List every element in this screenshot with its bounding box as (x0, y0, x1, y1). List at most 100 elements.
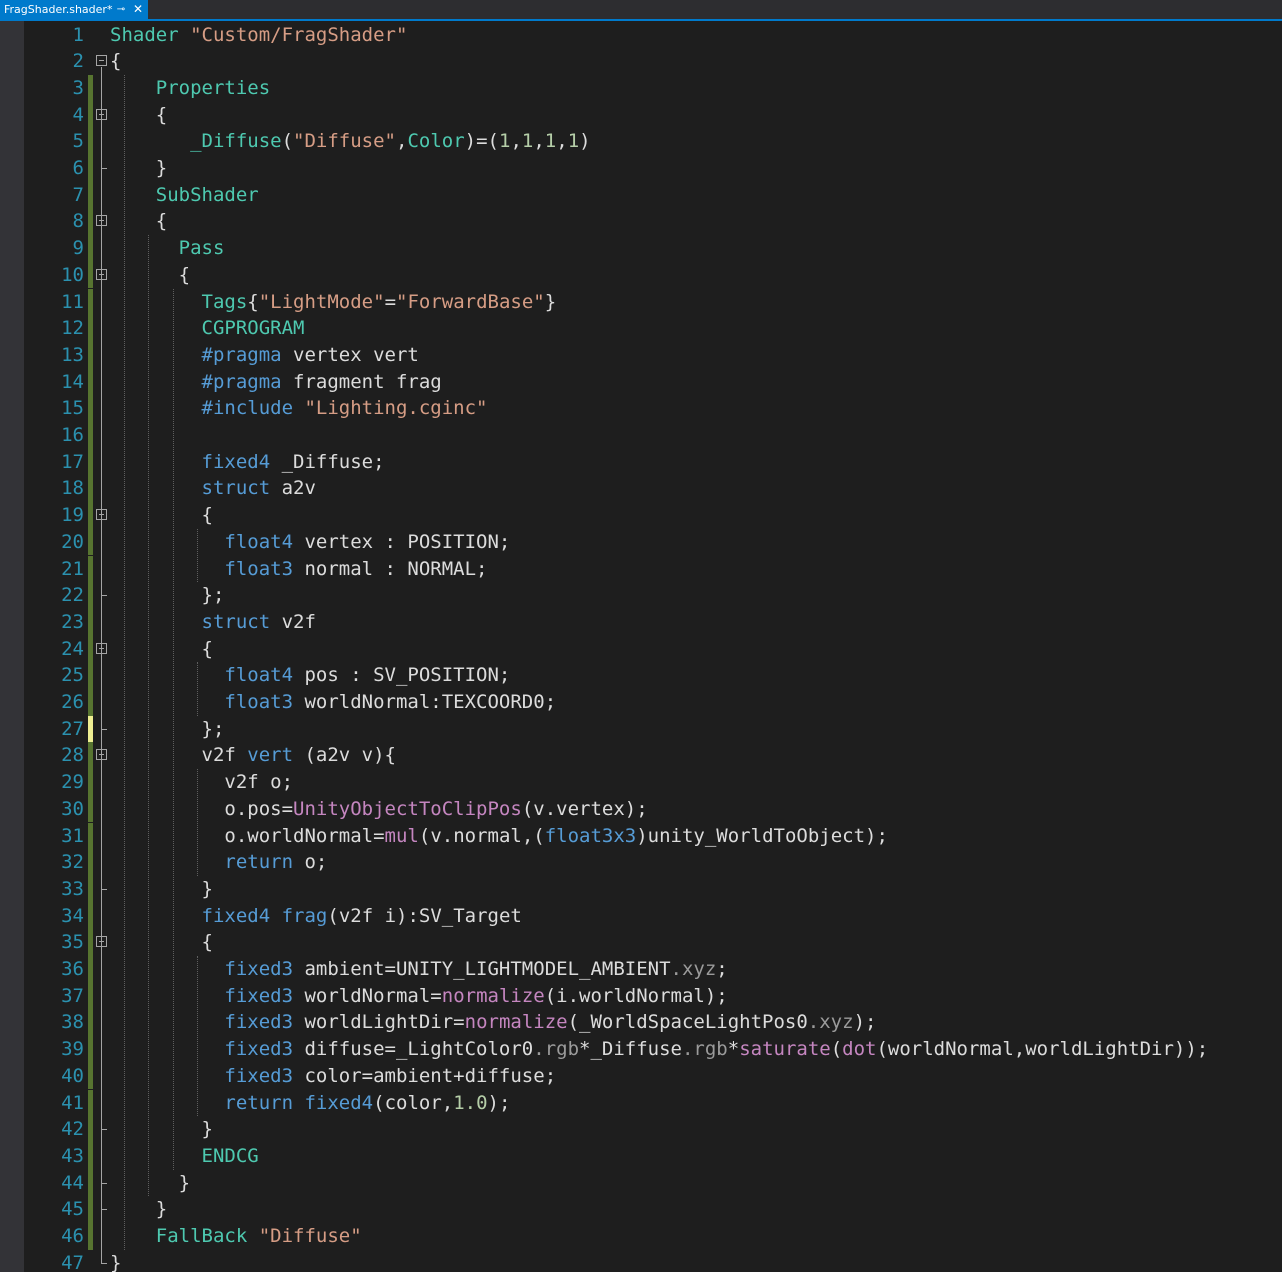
code-token: Color (407, 130, 465, 153)
code-token: } (110, 1251, 122, 1272)
code-line[interactable]: 44 } (24, 1169, 1282, 1197)
code-line[interactable]: 20 float4 vertex : POSITION; (24, 528, 1282, 556)
code-line[interactable]: 10 { (24, 261, 1282, 289)
code-line[interactable]: 5 _Diffuse("Diffuse",Color)=(1,1,1,1) (24, 128, 1282, 155)
code-line[interactable]: 14 #pragma fragment frag (24, 368, 1282, 396)
saved-change-marker (88, 288, 93, 316)
code-line[interactable]: 26 float3 worldNormal:TEXCOORD0; (24, 689, 1282, 716)
code-token: dot (842, 1038, 877, 1061)
line-number: 31 (61, 824, 84, 847)
saved-change-marker (88, 956, 93, 983)
code-token: , (533, 130, 545, 153)
code-token: "LightMode" (258, 290, 385, 313)
code-line[interactable]: 36 fixed3 ambient=UNITY_LIGHTMODEL_AMBIE… (24, 956, 1282, 983)
code-text: } (110, 155, 167, 182)
code-line[interactable]: 42 } (24, 1116, 1282, 1143)
code-line[interactable]: 23 struct v2f (24, 608, 1282, 636)
line-number: 44 (61, 1171, 84, 1194)
code-text: fixed3 worldNormal=normalize(i.worldNorm… (110, 983, 727, 1010)
saved-change-marker (88, 635, 93, 663)
code-line[interactable]: 22 }; (24, 582, 1282, 609)
code-text: { (110, 502, 213, 529)
code-line[interactable]: 19 { (24, 502, 1282, 529)
code-line[interactable]: 43 ENDCG (24, 1142, 1282, 1170)
code-line[interactable]: 30 o.pos=UnityObjectToClipPos(v.vertex); (24, 795, 1282, 823)
code-line[interactable]: 13 #pragma vertex vert (24, 341, 1282, 369)
code-text: SubShader (110, 182, 259, 209)
code-line[interactable]: 25 float4 pos : SV_POSITION; (24, 662, 1282, 689)
code-token: float4 (224, 530, 294, 553)
code-token: saturate (739, 1038, 831, 1061)
code-line[interactable]: 38 fixed3 worldLightDir=normalize(_World… (24, 1009, 1282, 1037)
code-text: fixed3 ambient=UNITY_LIGHTMODEL_AMBIENT.… (110, 956, 727, 983)
saved-change-marker (88, 769, 93, 796)
code-token: 1.0 (453, 1091, 488, 1114)
code-line[interactable]: 24 { (24, 635, 1282, 663)
code-token: (color, (373, 1091, 454, 1114)
code-token: fixed3 (224, 1038, 294, 1061)
code-line[interactable]: 37 fixed3 worldNormal=normalize(i.worldN… (24, 982, 1282, 1010)
saved-change-marker (88, 235, 93, 262)
pin-icon[interactable]: ⊸ (114, 0, 128, 19)
code-token: { (110, 50, 122, 73)
saved-change-marker (88, 315, 93, 342)
code-line[interactable]: 4 { (24, 101, 1282, 129)
close-icon[interactable]: ✕ (131, 0, 145, 19)
code-line[interactable]: 39 fixed3 diffuse=_LightColor0.rgb*_Diff… (24, 1036, 1282, 1063)
code-line[interactable]: 7 SubShader (24, 181, 1282, 209)
code-line[interactable]: 31 o.worldNormal=mul(v.normal,(float3x3)… (24, 822, 1282, 850)
code-line[interactable]: 27 }; (24, 715, 1282, 743)
code-text: fixed3 worldLightDir=normalize(_WorldSpa… (110, 1009, 876, 1036)
code-text: _Diffuse("Diffuse",Color)=(1,1,1,1) (110, 128, 591, 155)
code-line[interactable]: 29 v2f o; (24, 769, 1282, 796)
code-line[interactable]: 40 fixed3 color=ambient+diffuse; (24, 1062, 1282, 1090)
code-token: fixed4 (201, 450, 271, 473)
code-line[interactable]: 46 FallBack "Diffuse" (24, 1223, 1282, 1250)
code-line[interactable]: 3 Properties (24, 74, 1282, 102)
code-line[interactable]: 8 { (24, 208, 1282, 236)
saved-change-marker (88, 582, 93, 609)
code-text: v2f vert (a2v v){ (110, 742, 397, 769)
line-number: 10 (61, 263, 84, 286)
code-line[interactable]: 34 fixed4 frag(v2f i):SV_Target (24, 902, 1282, 930)
code-line[interactable]: 2{ (24, 48, 1282, 75)
code-text: { (110, 929, 213, 956)
code-token: .xyz (807, 1011, 854, 1034)
code-line[interactable]: 6 } (24, 155, 1282, 182)
line-number: 35 (61, 931, 84, 954)
code-line[interactable]: 32 return o; (24, 849, 1282, 876)
code-line[interactable]: 11 Tags{"LightMode"="ForwardBase"} (24, 288, 1282, 316)
code-line[interactable]: 16 (24, 422, 1282, 449)
line-number: 46 (61, 1225, 84, 1247)
code-line[interactable]: 18 struct a2v (24, 475, 1282, 503)
code-line[interactable]: 33 } (24, 875, 1282, 903)
code-token: _Diffuse; (270, 450, 385, 473)
code-line[interactable]: 35 { (24, 929, 1282, 956)
line-number: 14 (61, 370, 84, 393)
code-token: ) (579, 130, 591, 153)
code-editor[interactable]: 1 Shader "Custom/FragShader" 2{3 Propertie… (24, 21, 1282, 1272)
code-line[interactable]: 9 Pass (24, 235, 1282, 262)
code-token: } (110, 1198, 168, 1221)
tab-fragshader[interactable]: FragShader.shader* ⊸ ✕ (0, 0, 148, 19)
code-line[interactable]: 12 CGPROGRAM (24, 315, 1282, 342)
code-line[interactable]: 17 fixed4 _Diffuse; (24, 448, 1282, 476)
code-line[interactable]: 15 #include "Lighting.cginc" (24, 395, 1282, 422)
code-line[interactable]: 47} (24, 1250, 1282, 1272)
code-line[interactable]: 1 Shader "Custom/FragShader" (24, 22, 1282, 49)
code-line[interactable]: 45 } (24, 1196, 1282, 1223)
saved-change-marker (88, 822, 93, 850)
code-token: fixed4 (201, 904, 271, 927)
code-line[interactable]: 41 return fixed4(color,1.0); (24, 1089, 1282, 1117)
saved-change-marker (88, 795, 93, 823)
code-line[interactable]: 21 float3 normal : NORMAL; (24, 555, 1282, 583)
collapse-icon[interactable] (96, 55, 107, 67)
code-line[interactable]: 28 v2f vert (a2v v){ (24, 742, 1282, 770)
